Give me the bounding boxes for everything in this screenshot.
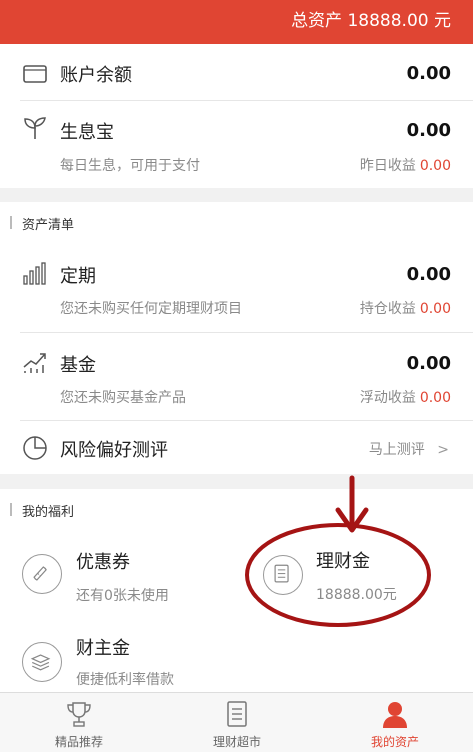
tab-featured[interactable]: 精品推荐 (0, 693, 158, 752)
list-icon (227, 701, 247, 727)
trophy-icon (67, 702, 91, 727)
tab-my-assets[interactable]: 我的资产 (316, 693, 473, 752)
user-icon (383, 702, 407, 728)
tab-my-assets-label: 我的资产 (370, 735, 419, 749)
annotation-arrow (335, 475, 369, 533)
tab-finance-market[interactable]: 理财超市 (158, 693, 316, 752)
tab-finance-market-label: 理财超市 (212, 735, 261, 749)
annotation-overlay (245, 475, 431, 627)
bottom-tab-bar: 精品推荐 理财超市 我的资产 (0, 692, 473, 752)
annotation-circle (245, 523, 431, 627)
tab-featured-label: 精品推荐 (54, 735, 103, 749)
